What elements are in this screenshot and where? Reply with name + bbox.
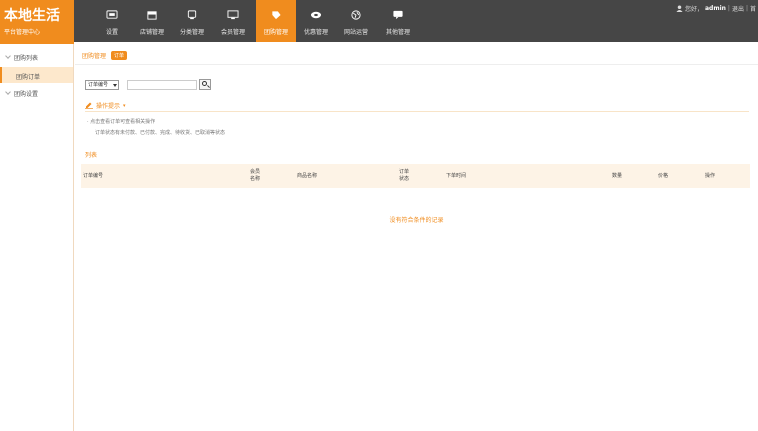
sidebar-accent [0, 42, 74, 44]
nav-item-settings[interactable]: 设置 [92, 0, 132, 42]
nav-label: 优惠管理 [303, 29, 328, 36]
user-icon [676, 5, 683, 12]
top-bar: 本地生活 平台管理中心 设置 店铺管理 分类管理 会员管理 团购管理 优惠管理 … [0, 0, 758, 42]
chevron-icon [5, 53, 11, 59]
nav-label: 团购管理 [263, 29, 288, 36]
search-field-select[interactable]: 订单编号 [85, 79, 119, 90]
tips-line: 订单状态有未付款、已付款、完成、待收货、已取消等状态 [95, 130, 226, 136]
chevron-down-icon: ▾ [123, 102, 126, 109]
nav-item-coupon[interactable]: 优惠管理 [296, 0, 336, 42]
tips-box: · 点击查看订单可查看相关操作 订单状态有未付款、已付款、完成、待收货、已取消等… [85, 114, 749, 141]
chat-icon [393, 10, 403, 20]
caret-down-icon [113, 83, 117, 87]
page-title: 团购管理 [82, 53, 107, 60]
store-icon [147, 11, 157, 20]
category-icon [187, 10, 197, 20]
nav-item-member[interactable]: 会员管理 [213, 0, 253, 42]
search-input[interactable] [127, 79, 197, 90]
brand-logo[interactable]: 本地生活 平台管理中心 [0, 0, 74, 42]
user-greeting: 您好， [684, 6, 703, 13]
tab-orders[interactable]: 订单 [111, 51, 128, 60]
nav-label: 网站运营 [343, 29, 368, 36]
column-header: 数量 [612, 173, 623, 179]
column-header: 下单时间 [446, 173, 467, 179]
user-separator: | [745, 5, 748, 12]
logout-link[interactable]: 退出 [732, 4, 744, 13]
edit-icon [85, 102, 93, 109]
tips-toggle[interactable]: 操作提示 ▾ [85, 101, 126, 110]
search-icon [202, 81, 207, 86]
breadcrumb: 团购管理 订单 [82, 51, 128, 60]
table-header: 订单编号 会员名称 商品名称 订单状态 下单时间 数量 价格 操作 [81, 164, 750, 188]
search-bar: 订单编号 [85, 79, 211, 90]
sidebar-item-label: 团购列表 [14, 55, 39, 62]
divider [75, 64, 758, 65]
home-link[interactable]: 首 [750, 4, 756, 13]
tag-icon [272, 11, 281, 20]
nav-item-website[interactable]: 网站运营 [336, 0, 376, 42]
user-name[interactable]: admin [705, 5, 726, 12]
tips-title: 操作提示 [96, 103, 121, 110]
nav-item-store[interactable]: 店铺管理 [132, 0, 172, 42]
list-label: 列表 [85, 152, 98, 159]
user-separator: | [727, 5, 730, 12]
column-header: 会员名称 [250, 169, 261, 182]
sidebar-item-group-list[interactable]: 团购列表 [0, 48, 73, 64]
nav-item-groupbuy[interactable]: 团购管理 [256, 0, 296, 42]
main-content: 团购管理 订单 订单编号 操作提示 ▾ · 点击查看订单可查看相关操作 订单状态… [75, 42, 758, 431]
nav-label: 店铺管理 [139, 29, 164, 36]
column-header: 价格 [658, 173, 669, 179]
coupon-icon [310, 11, 322, 19]
user-panel: 您好， admin | 退出 | 首 [676, 4, 756, 13]
nav-item-other[interactable]: 其他管理 [378, 0, 418, 42]
globe-icon [351, 10, 361, 20]
column-header: 操作 [705, 173, 716, 179]
settings-icon [106, 10, 118, 19]
column-header: 订单编号 [83, 173, 104, 179]
sidebar-item-group-settings[interactable]: 团购设置 [0, 84, 73, 100]
nav-item-category[interactable]: 分类管理 [172, 0, 212, 42]
nav-label: 会员管理 [220, 29, 245, 36]
column-header: 商品名称 [297, 173, 318, 179]
column-header: 订单状态 [399, 169, 410, 182]
sidebar: 团购列表 团购订单 团购设置 [0, 42, 74, 431]
empty-state-message: 没有符合条件的记录 [389, 217, 444, 224]
sidebar-item-group-orders[interactable]: 团购订单 [0, 67, 73, 83]
nav-label: 其他管理 [385, 29, 410, 36]
sidebar-item-label: 团购订单 [16, 74, 41, 81]
brand-subtitle: 平台管理中心 [4, 29, 41, 36]
sidebar-item-label: 团购设置 [14, 91, 39, 98]
tips-line: · 点击查看订单可查看相关操作 [87, 119, 156, 125]
nav-label: 设置 [105, 29, 118, 36]
search-button[interactable] [199, 79, 211, 90]
divider [85, 111, 749, 112]
brand-title: 本地生活 [4, 8, 60, 24]
select-value: 订单编号 [88, 81, 109, 88]
nav-label: 分类管理 [179, 29, 204, 36]
monitor-icon [227, 10, 239, 20]
chevron-icon [5, 89, 11, 95]
